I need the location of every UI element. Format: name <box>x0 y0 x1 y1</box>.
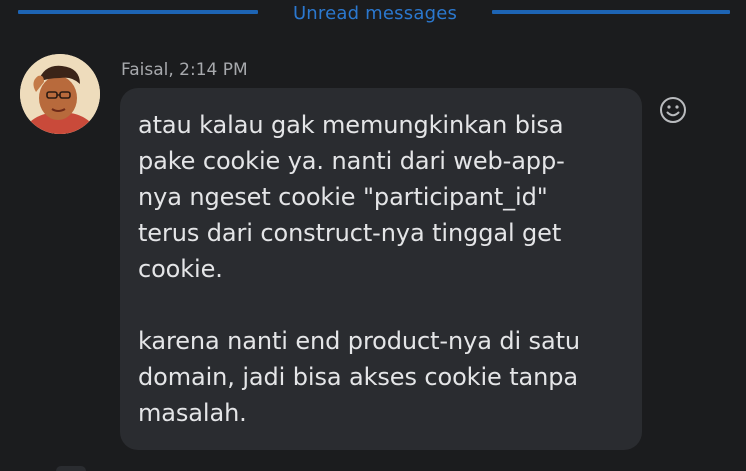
message-meta: Faisal, 2:14 PM <box>121 60 248 80</box>
smiley-icon <box>660 97 686 123</box>
unread-divider-label: Unread messages <box>292 3 458 24</box>
chat-view: Unread messages Faisal, 2:14 PM atau kal… <box>0 0 746 471</box>
next-message-edge <box>56 466 86 471</box>
message-text: atau kalau gak memungkinkan bisa pake co… <box>138 111 580 427</box>
unread-divider-line-right <box>492 10 730 14</box>
avatar-illustration <box>20 54 100 134</box>
user-avatar[interactable] <box>20 54 100 134</box>
unread-divider-line-left <box>18 10 258 14</box>
unread-divider: Unread messages <box>0 0 746 30</box>
message-bubble[interactable]: atau kalau gak memungkinkan bisa pake co… <box>120 88 642 450</box>
add-reaction-button[interactable] <box>657 94 689 126</box>
